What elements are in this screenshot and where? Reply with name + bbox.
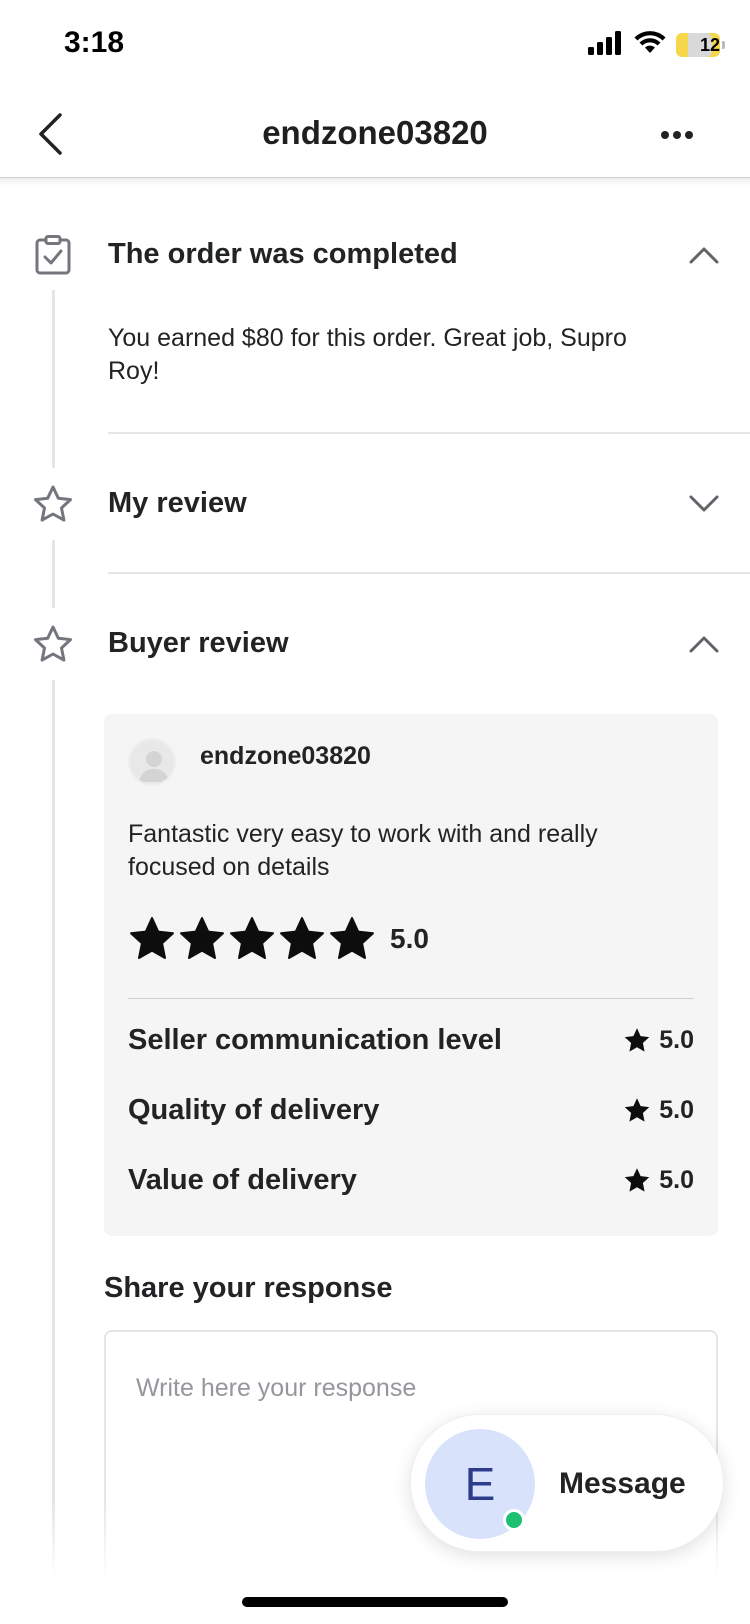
collapse-order-completed-button[interactable] [686, 243, 722, 267]
star-outline-icon [32, 483, 74, 525]
reviewer-name[interactable]: endzone03820 [200, 742, 371, 771]
battery-level: 12 [699, 34, 720, 55]
review-text: Fantastic very easy to work with and rea… [128, 820, 598, 881]
order-completed-message: You earned $80 for this order. Great job… [108, 324, 627, 385]
rating-score-value: 5.0 [659, 1026, 694, 1054]
online-status-dot [503, 1509, 525, 1531]
rating-score: 5.0 [623, 1026, 694, 1055]
timeline-connector [52, 290, 55, 468]
status-icons: 12 [588, 30, 725, 60]
header-shadow [0, 178, 750, 186]
rating-row-value: Value of delivery 5.0 [128, 1164, 694, 1197]
rating-score: 5.0 [623, 1096, 694, 1125]
star-filled-icon [624, 1098, 650, 1122]
rating-label: Quality of delivery [128, 1094, 380, 1126]
more-dots-icon [661, 131, 693, 139]
buyer-review-card: endzone03820 Fantastic very easy to work… [104, 714, 718, 1236]
more-options-button[interactable] [652, 120, 702, 150]
expand-my-review-button[interactable] [686, 492, 722, 516]
star-filled-icon [624, 1028, 650, 1052]
rating-row-quality: Quality of delivery 5.0 [128, 1094, 694, 1127]
section-title-order-completed[interactable]: The order was completed [108, 238, 458, 271]
rating-row-communication: Seller communication level 5.0 [128, 1024, 694, 1057]
rating-score-value: 5.0 [659, 1166, 694, 1194]
rating-score-value: 5.0 [659, 1096, 694, 1124]
app-header: endzone03820 [0, 90, 750, 178]
collapse-buyer-review-button[interactable] [686, 632, 722, 656]
message-button-label: Message [559, 1467, 686, 1500]
share-response-heading: Share your response [104, 1272, 393, 1304]
divider [108, 432, 750, 434]
star-filled-icon [230, 917, 274, 959]
star-filled-icon [280, 917, 324, 959]
avatar[interactable] [128, 738, 176, 786]
star-filled-icon [330, 917, 374, 959]
timeline-connector [52, 540, 55, 608]
rating-score: 5.0 [623, 1166, 694, 1195]
status-time: 3:18 [64, 26, 125, 59]
clipboard-check-icon [32, 234, 74, 276]
chevron-down-icon [689, 495, 719, 512]
status-bar: 3:18 12 [0, 0, 750, 90]
user-placeholder-icon [139, 751, 169, 782]
divider [108, 572, 750, 574]
rating-label: Value of delivery [128, 1164, 357, 1196]
star-outline-icon [32, 623, 74, 665]
rating-label: Seller communication level [128, 1024, 502, 1056]
star-filled-icon [180, 917, 224, 959]
signal-icon [588, 30, 624, 60]
message-button[interactable]: E Message [410, 1414, 724, 1552]
overall-rating: 5.0 [128, 916, 429, 962]
home-indicator[interactable] [242, 1597, 508, 1607]
star-filled-icon [130, 917, 174, 959]
chevron-up-icon [689, 636, 719, 653]
overall-rating-value: 5.0 [390, 923, 429, 954]
timeline-connector [52, 680, 55, 1624]
star-filled-icon [624, 1168, 650, 1192]
section-title-my-review[interactable]: My review [108, 487, 247, 520]
wifi-icon [634, 30, 666, 60]
chevron-up-icon [689, 247, 719, 264]
section-title-buyer-review[interactable]: Buyer review [108, 627, 289, 660]
divider [128, 998, 694, 999]
battery-icon: 12 [676, 33, 725, 57]
page-title: endzone03820 [262, 114, 488, 151]
